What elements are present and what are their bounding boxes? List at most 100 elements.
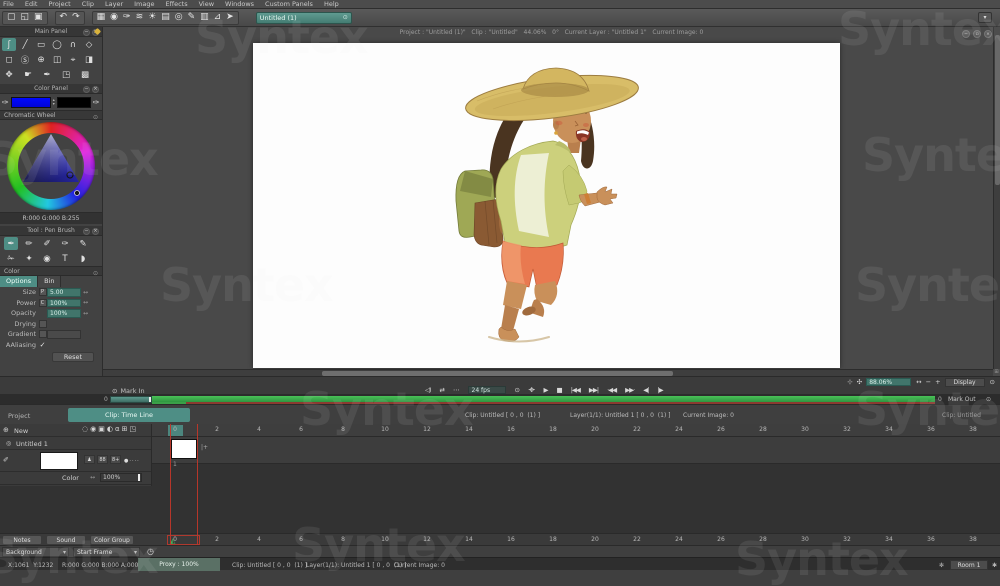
eyedropper-icon[interactable]: ✑ <box>93 98 100 107</box>
eyedropper-icon[interactable]: ✑ <box>2 98 9 107</box>
first-frame-button[interactable]: |◀◀ <box>571 386 580 394</box>
snowflake-icon[interactable]: ✻ <box>939 562 944 569</box>
arc-tool-icon[interactable]: ∩ <box>66 38 80 51</box>
magnifier-icon[interactable]: ◎ <box>175 13 183 22</box>
fit-view-icon[interactable]: ✣ <box>857 378 861 386</box>
setting-field[interactable]: 100% <box>47 309 81 318</box>
chevron-down-icon[interactable]: ▾ <box>63 548 66 557</box>
chromatic-wheel[interactable] <box>0 120 102 212</box>
ruler-frame-26[interactable]: 26 <box>717 426 725 433</box>
collapse-panel-button[interactable]: − <box>83 29 90 36</box>
gear-icon[interactable]: ✱ <box>992 562 997 569</box>
resize-icon[interactable]: ↔ <box>90 474 95 481</box>
ruler-frame-34[interactable]: 34 <box>885 536 893 543</box>
room-select[interactable]: Room 1 <box>950 560 988 570</box>
filmstrip-icon[interactable]: ▤ <box>161 13 170 22</box>
stats-icon[interactable]: ⊿ <box>214 13 222 22</box>
ruler-frame-6[interactable]: 6 <box>299 426 303 433</box>
last-frame-button[interactable]: ▶▶| <box>589 386 598 394</box>
add-layer-icon[interactable]: ⊕ <box>3 426 9 434</box>
menu-item-project[interactable]: Project <box>48 0 70 8</box>
layer-name[interactable]: Untitled 1 <box>16 440 48 448</box>
next-key-button[interactable]: ▶▶· <box>625 386 634 394</box>
ellipse-tool-icon[interactable]: ◯ <box>50 38 64 51</box>
camera-tool-icon[interactable]: ◨ <box>82 53 96 66</box>
chevron-down-icon[interactable]: ⊙ <box>343 14 348 21</box>
ruler-frame-14[interactable]: 14 <box>465 426 473 433</box>
note-icon[interactable]: ◳ <box>129 425 136 433</box>
text-tool-icon[interactable]: T <box>58 252 72 265</box>
ruler-frame-22[interactable]: 22 <box>633 536 641 543</box>
vertical-scrollbar[interactable] <box>993 27 1000 369</box>
ruler-frame-12[interactable]: 12 <box>423 536 431 543</box>
page-tool-icon[interactable]: ◳ <box>59 68 73 81</box>
speaker-icon[interactable]: ◁) <box>425 386 431 394</box>
pen-tool-icon[interactable]: ✑ <box>123 13 131 22</box>
pencil-brush-icon[interactable]: ✏ <box>22 237 36 250</box>
smudge-tool-icon[interactable]: Ⓢ <box>18 53 32 66</box>
thumb-size-icon[interactable]: ⊞ <box>122 425 128 433</box>
setting-checkbox[interactable] <box>39 320 47 328</box>
background-select[interactable]: Background ▾ <box>2 547 69 557</box>
spline-tool-icon[interactable]: ʃ <box>2 38 16 51</box>
ruler-frame-32[interactable]: 32 <box>843 536 851 543</box>
ruler-frame-2[interactable]: 2 <box>215 426 219 433</box>
alpha-icon[interactable]: α <box>115 425 120 433</box>
ruler-frame-16[interactable]: 16 <box>507 536 515 543</box>
ruler-frame-24[interactable]: 24 <box>675 536 683 543</box>
ruler-frame-14[interactable]: 14 <box>465 536 473 543</box>
opacity-slider-handle[interactable] <box>138 474 140 481</box>
collapse-panel-button[interactable]: − <box>83 86 90 93</box>
reset-button[interactable]: Reset <box>52 352 94 362</box>
range-icon[interactable]: ⋯ <box>453 386 459 394</box>
brush-mode-select[interactable]: Color ⊙ <box>0 266 102 276</box>
draw-mode-icon[interactable]: ✐ <box>3 456 9 464</box>
setting-arrows[interactable]: ↔ <box>83 310 88 317</box>
next-image-button[interactable]: |▶ <box>657 386 662 394</box>
rectangle-tool-icon[interactable]: ▭ <box>34 38 48 51</box>
dropper-tool-icon[interactable]: ✦ <box>22 252 36 265</box>
pattern-tool-icon[interactable]: ▩ <box>78 68 92 81</box>
marker-brush-icon[interactable]: ✑ <box>58 237 72 250</box>
new-project-icon[interactable]: ▢ <box>7 13 16 22</box>
zoom-out-button[interactable]: − <box>926 378 930 386</box>
document-selector[interactable]: Untitled (1) ⊙ <box>256 12 352 24</box>
blur-tool-icon[interactable]: ◉ <box>40 252 54 265</box>
fps-field[interactable]: 24 fps <box>468 386 506 394</box>
brush-icon[interactable]: ✎ <box>188 13 196 22</box>
ruler-frame-8[interactable]: 8 <box>341 536 345 543</box>
chevron-down-icon[interactable]: ⊙ <box>93 269 98 279</box>
close-panel-button[interactable]: × <box>92 228 99 235</box>
primary-color-swatch[interactable] <box>11 97 51 108</box>
ruler-frame-0[interactable]: 0 <box>173 426 177 433</box>
playhead-line-right[interactable] <box>197 424 198 545</box>
select-tool-icon[interactable]: ◻ <box>2 53 16 66</box>
ring-selector[interactable] <box>75 191 80 196</box>
ruler-frame-30[interactable]: 30 <box>801 426 809 433</box>
chevron-down-icon[interactable]: ▾ <box>134 548 137 557</box>
pen-brush-icon[interactable]: ✒ <box>4 237 18 250</box>
menu-item-help[interactable]: Help <box>324 0 339 8</box>
clock-icon[interactable]: ◷ <box>147 547 154 556</box>
minimize-panel-icon[interactable]: − <box>962 30 970 38</box>
display-mode-icon[interactable]: ♟ <box>84 455 95 464</box>
layers-icon[interactable]: ≋ <box>136 13 144 22</box>
open-project-icon[interactable]: ◱ <box>21 13 30 22</box>
menu-item-layer[interactable]: Layer <box>105 0 123 8</box>
vertical-scrollbar-thumb[interactable] <box>995 35 1000 185</box>
chevron-down-icon[interactable]: ⊙ <box>990 378 994 386</box>
lock-icon[interactable]: ▣ <box>98 425 105 433</box>
tab-clip-timeline[interactable]: Clip: Time Line <box>68 408 190 422</box>
send-icon[interactable]: ➤ <box>226 13 234 22</box>
setting-badge[interactable]: P <box>39 288 47 296</box>
secondary-color-swatch[interactable] <box>57 97 91 108</box>
setting-field[interactable]: 100% <box>47 299 81 308</box>
start-frame-select[interactable]: Start Frame ▾ <box>73 547 140 557</box>
ruler-frame-10[interactable]: 10 <box>381 536 389 543</box>
ruler-frame-12[interactable]: 12 <box>423 426 431 433</box>
swap-colors-icon[interactable]: ▴▾ <box>53 98 55 106</box>
ink-tool-icon[interactable]: ✒ <box>40 68 54 81</box>
fps-dropdown-icon[interactable]: ⊙ <box>515 386 519 394</box>
ruler-frame-38[interactable]: 38 <box>969 426 977 433</box>
menu-item-custom-panels[interactable]: Custom Panels <box>265 0 313 8</box>
